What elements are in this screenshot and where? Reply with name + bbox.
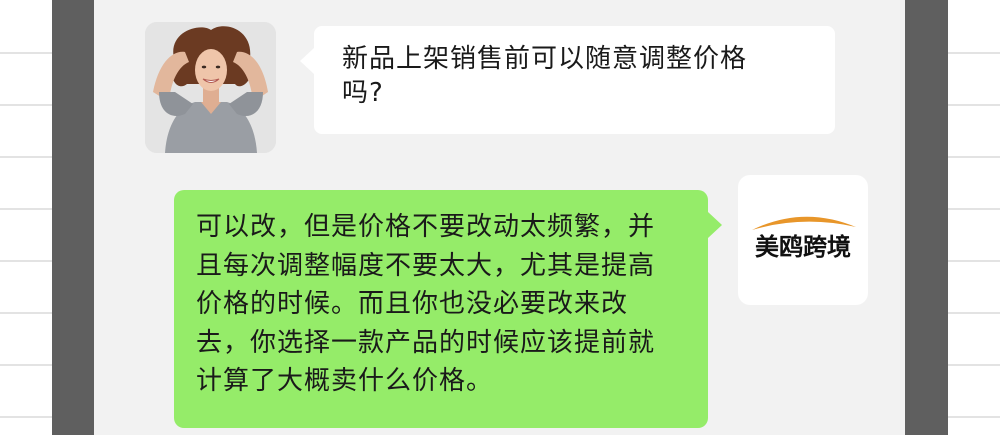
ruled-margin-right — [948, 0, 1000, 435]
message-line: 可以改，但是价格不要改动太频繁，并 — [196, 212, 656, 242]
message-line: 且每次调整幅度不要太大，尤其是提高 — [196, 250, 656, 281]
ruled-margin-left — [0, 0, 52, 435]
woman-portrait-icon — [145, 22, 276, 153]
incoming-message-bubble[interactable]: 新品上架销售前可以随意调整价格 吗? — [300, 26, 835, 134]
message-line: 吗? — [342, 78, 384, 108]
message-line: 新品上架销售前可以随意调整价格 — [342, 44, 748, 74]
user-avatar[interactable] — [145, 22, 276, 153]
message-line: 计算了大概卖什么价格。 — [196, 366, 494, 396]
message-line: 去，你选择一款产品的时候应该提前就 — [196, 327, 656, 358]
outgoing-message-bubble[interactable]: 可以改，但是价格不要改动太频繁，并 且每次调整幅度不要太大，尤其是提高 价格的时… — [174, 190, 722, 428]
brand-avatar[interactable]: 美鸥跨境 — [738, 175, 868, 305]
message-line: 价格的时候。而且你也没必要改来改 — [196, 289, 629, 319]
brand-name: 美鸥跨境 — [755, 233, 851, 261]
